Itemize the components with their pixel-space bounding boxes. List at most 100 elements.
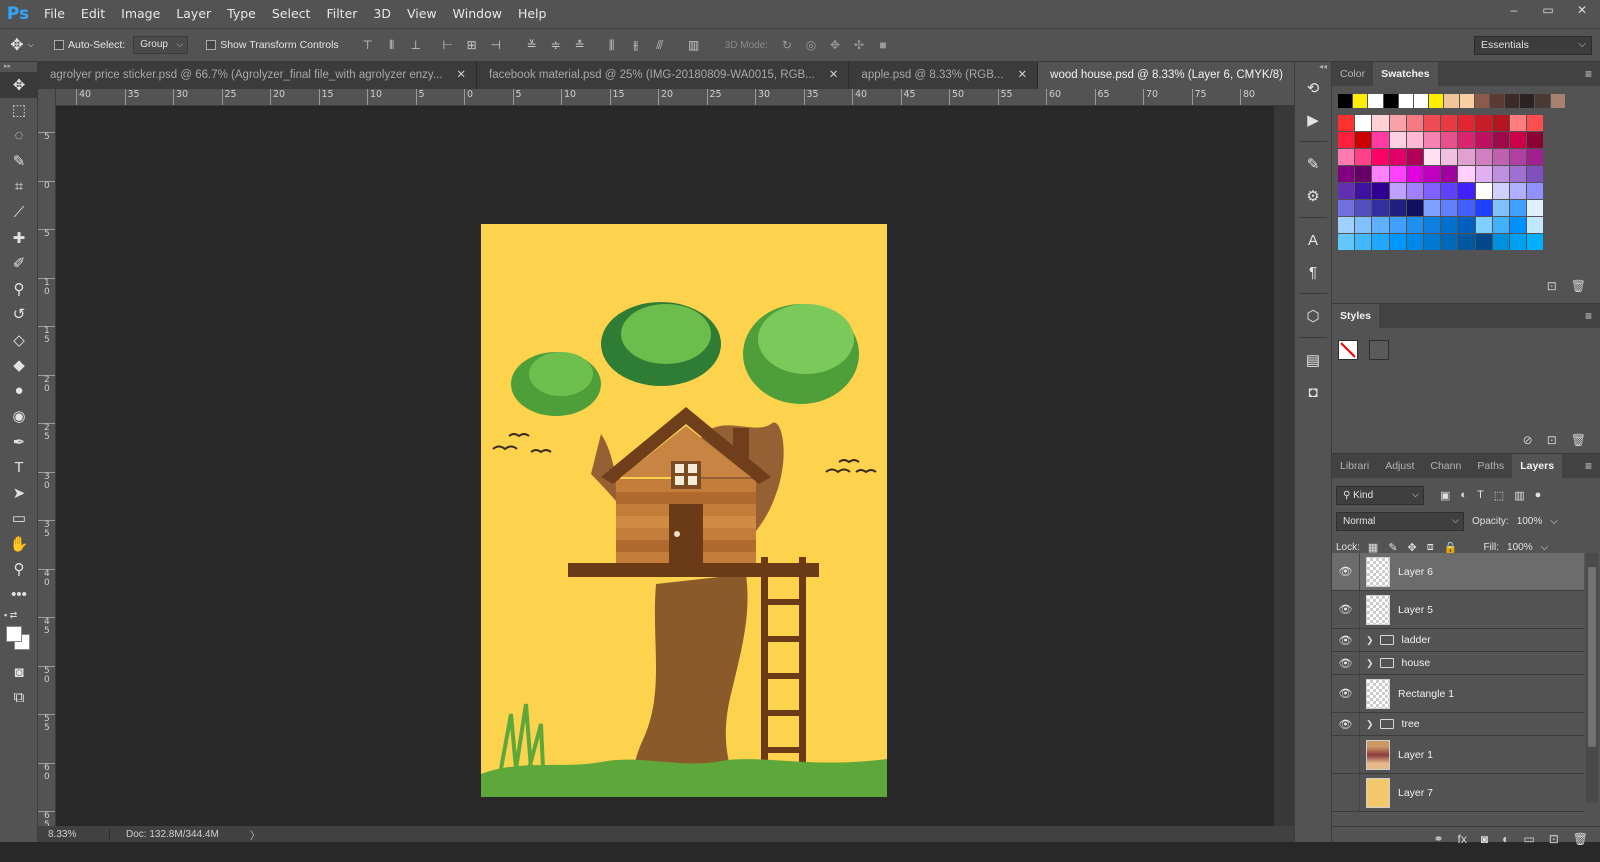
swatch[interactable] (1475, 200, 1493, 217)
swatch[interactable] (1505, 94, 1521, 109)
swatch[interactable] (1509, 183, 1528, 200)
move-tool-icon[interactable]: ✥ (0, 72, 38, 98)
tab-color[interactable]: Color (1332, 62, 1373, 86)
expand-chevron-icon[interactable]: ❯ (1366, 719, 1374, 730)
lock-transparent-icon[interactable]: ▦ (1368, 541, 1378, 554)
history-panel-icon[interactable]: ⟲ (1295, 72, 1331, 104)
filter-pixel-icon[interactable]: ▣ (1440, 489, 1450, 502)
swatch[interactable] (1458, 115, 1476, 132)
blend-mode-dropdown[interactable]: Normal (1336, 511, 1464, 531)
fx-icon[interactable]: fx (1458, 832, 1467, 846)
swatch[interactable] (1372, 217, 1390, 234)
menu-edit[interactable]: Edit (73, 0, 113, 28)
swatch[interactable] (1338, 94, 1354, 109)
swatch[interactable] (1389, 132, 1407, 149)
layer-thumbnail[interactable] (1366, 556, 1390, 587)
swatch[interactable] (1423, 149, 1442, 166)
swatch[interactable] (1475, 166, 1493, 183)
swatch[interactable] (1355, 149, 1373, 166)
eye-icon[interactable]: 👁 (1334, 687, 1358, 700)
blur-tool-icon[interactable]: ● (0, 378, 38, 404)
swatch[interactable] (1489, 94, 1506, 109)
swatch[interactable] (1429, 94, 1445, 109)
tab-wood-house[interactable]: wood house.psd @ 8.33% (Layer 6, CMYK/8)… (1038, 62, 1318, 89)
expand-chevron-icon[interactable]: ❯ (1366, 635, 1374, 646)
swatch[interactable] (1338, 132, 1356, 149)
fill-dropdown-icon[interactable]: ⌵ (1541, 542, 1549, 553)
distribute-bottom-icon[interactable]: ≛ (573, 38, 587, 53)
rectangle-tool-icon[interactable]: ▭ (0, 506, 38, 532)
swatch[interactable] (1389, 183, 1407, 200)
layer-name[interactable]: house (1402, 657, 1431, 669)
swatch[interactable] (1509, 115, 1528, 132)
swatch[interactable] (1527, 183, 1545, 200)
swatch[interactable] (1458, 166, 1476, 183)
ruler-top[interactable]: 40 35 30 25 20 15 10 5 0 5 10 15 20 25 30 35 40 45 50 55 60 6… (56, 89, 1294, 106)
tab-facebook-material[interactable]: facebook material.psd @ 25% (IMG-2018080… (477, 62, 850, 89)
swatch[interactable] (1441, 166, 1459, 183)
new-adjustment-icon[interactable]: ◐ (1502, 832, 1509, 846)
swatch[interactable] (1527, 149, 1545, 166)
pen-tool-icon[interactable]: ✒ (0, 429, 38, 455)
visibility-toggle[interactable]: 👁 (1332, 629, 1360, 651)
hand-tool-icon[interactable]: ✋ (0, 531, 38, 557)
align-bottom-icon[interactable]: ⊥ (409, 38, 423, 53)
swatch[interactable] (1441, 200, 1459, 217)
swatch[interactable] (1441, 149, 1459, 166)
auto-select-checkbox[interactable]: Auto-Select: (54, 39, 125, 51)
add-mask-icon[interactable]: ◙ (1481, 832, 1488, 846)
healing-brush-tool-icon[interactable]: ✚ (0, 225, 38, 251)
eye-icon[interactable]: 👁 (1334, 634, 1358, 647)
layer-name[interactable]: Layer 5 (1398, 604, 1433, 616)
swatch[interactable] (1441, 234, 1459, 251)
swatch[interactable] (1383, 94, 1399, 109)
toolbox-grip-icon[interactable]: ▸▸ (0, 62, 37, 72)
lock-position-icon[interactable]: ✥ (1408, 541, 1417, 554)
swatch[interactable] (1535, 94, 1551, 109)
swatch[interactable] (1527, 166, 1545, 183)
new-style-icon[interactable]: ⊡ (1547, 433, 1557, 447)
lasso-tool-icon[interactable]: ◌ (0, 123, 38, 149)
filter-adjust-icon[interactable]: ◐ (1460, 489, 1467, 502)
swatch[interactable] (1458, 132, 1476, 149)
menu-help[interactable]: Help (510, 0, 555, 28)
3d-roll-icon[interactable]: ◎ (804, 38, 818, 52)
strip-grip-icon[interactable]: ◂◂ (1295, 62, 1331, 72)
filter-type-icon[interactable]: T (1477, 489, 1484, 502)
menu-file[interactable]: File (36, 0, 73, 28)
visibility-toggle[interactable]: 👁 (1332, 652, 1360, 674)
auto-select-dropdown[interactable]: Group (133, 36, 189, 54)
canvas-workspace[interactable] (56, 106, 1274, 826)
kind-filter-dropdown[interactable]: ⚲ Kind (1336, 485, 1424, 505)
layer-name[interactable]: Layer 1 (1398, 749, 1433, 761)
panel-menu-icon[interactable]: ≡ (1585, 309, 1592, 323)
delete-layer-icon[interactable]: 🗑 (1573, 832, 1588, 846)
swatch[interactable] (1475, 183, 1493, 200)
visibility-toggle[interactable]: 👁 (1332, 774, 1360, 811)
swatch[interactable] (1492, 149, 1510, 166)
clear-style-icon[interactable]: ⊘ (1523, 433, 1533, 447)
type-tool-icon[interactable]: T (0, 455, 38, 481)
eye-icon[interactable]: 👁 (1334, 603, 1358, 616)
swatch[interactable] (1527, 200, 1545, 217)
align-left-icon[interactable]: ⊢ (441, 38, 455, 53)
properties-panel-icon[interactable]: ▤ (1295, 344, 1331, 376)
swatch[interactable] (1459, 94, 1475, 109)
swatch[interactable] (1509, 217, 1528, 234)
swatch[interactable] (1353, 94, 1369, 109)
swatch[interactable] (1338, 166, 1356, 183)
swatch[interactable] (1458, 200, 1476, 217)
tab-channels[interactable]: Chann (1422, 454, 1469, 478)
layer-name[interactable]: Layer 7 (1398, 787, 1433, 799)
swatch[interactable] (1509, 166, 1528, 183)
close-tab-icon[interactable]: ✕ (1018, 62, 1028, 89)
swatch[interactable] (1475, 149, 1493, 166)
distribute-top-icon[interactable]: ≚ (525, 38, 539, 53)
3d-orbit-icon[interactable]: ↻ (780, 38, 794, 52)
swatch[interactable] (1413, 94, 1430, 109)
menu-select[interactable]: Select (264, 0, 319, 28)
3d-pan-icon[interactable]: ✥ (828, 38, 842, 52)
layer-thumbnail[interactable] (1366, 777, 1390, 808)
menu-view[interactable]: View (399, 0, 445, 28)
zoom-level[interactable]: 8.33% (38, 828, 110, 840)
